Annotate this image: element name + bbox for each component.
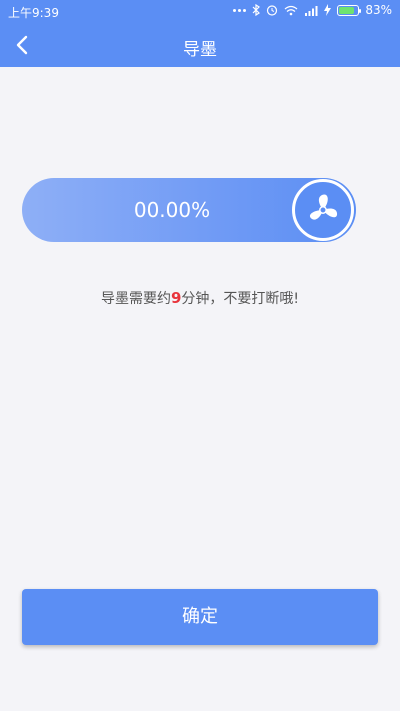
hint-minutes: 9 xyxy=(170,289,182,307)
hint-suffix: 分钟，不要打断哦! xyxy=(181,291,300,307)
battery-percent: 83% xyxy=(365,3,392,17)
hint-prefix: 导墨需要约 xyxy=(100,291,171,307)
navbar: 导墨 xyxy=(0,23,400,67)
battery-fill xyxy=(339,6,355,14)
page-title: 导墨 xyxy=(183,40,217,60)
more-dots-icon xyxy=(233,3,247,17)
alarm-icon xyxy=(266,3,278,17)
charging-icon xyxy=(324,3,332,17)
status-bar: 上午9:39 83% xyxy=(0,0,400,23)
status-time: 上午9:39 xyxy=(8,6,59,20)
confirm-button[interactable]: 确定 xyxy=(22,589,378,645)
progress-bar: 00.00% xyxy=(22,178,356,242)
top-bar: 上午9:39 83% 导墨 xyxy=(0,0,400,67)
fan-button[interactable] xyxy=(292,179,354,241)
bluetooth-icon xyxy=(252,3,261,17)
battery-icon xyxy=(337,4,362,16)
fan-icon xyxy=(309,194,338,220)
status-icons: 83% xyxy=(233,3,392,17)
wifi-icon xyxy=(284,3,298,17)
signal-icon xyxy=(304,3,318,17)
duration-hint: 导墨需要约9分钟，不要打断哦! xyxy=(0,288,400,308)
progress-text: 00.00% xyxy=(133,198,211,222)
